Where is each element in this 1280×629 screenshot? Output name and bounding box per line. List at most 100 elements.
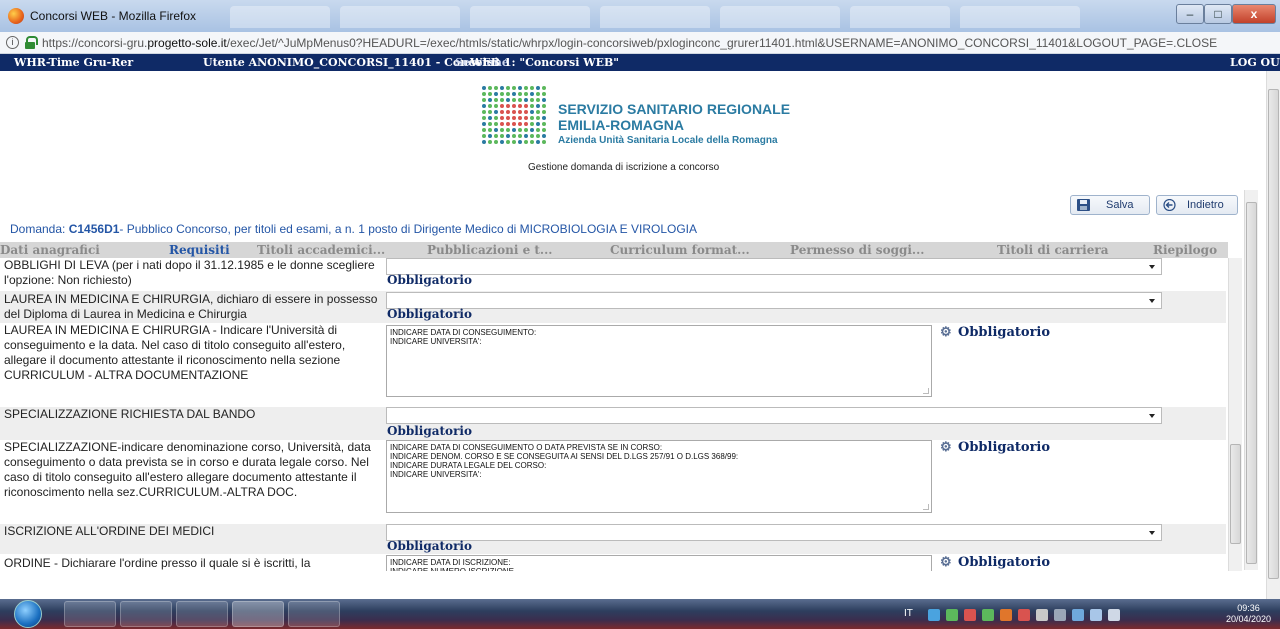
tray-icon[interactable]: [946, 609, 958, 621]
close-button[interactable]: x: [1232, 4, 1276, 24]
logo-dot: [512, 86, 516, 90]
tray-icon[interactable]: [964, 609, 976, 621]
url-text[interactable]: https://concorsi-gru.progetto-sole.it/ex…: [42, 36, 1217, 50]
logo-dot: [542, 92, 546, 96]
save-label: Salva: [1106, 199, 1134, 211]
maximize-button[interactable]: □: [1204, 4, 1232, 24]
tab-dati-anagrafici[interactable]: Dati anagrafici: [0, 243, 100, 257]
required-text: Obbligatorio: [958, 440, 1051, 455]
logo-dot: [494, 110, 498, 114]
iscrizione-ordine-select[interactable]: [386, 524, 1162, 541]
laurea-select[interactable]: [386, 292, 1162, 309]
tray-icon[interactable]: [1072, 609, 1084, 621]
resize-grip-icon[interactable]: [923, 504, 929, 510]
back-button[interactable]: Indietro: [1156, 195, 1238, 215]
logo-dot: [536, 92, 540, 96]
lock-icon[interactable]: [25, 36, 38, 49]
logo-dot: [482, 128, 486, 132]
browser-tab[interactable]: [600, 6, 710, 28]
brand-line-3: Azienda Unità Sanitaria Locale della Rom…: [558, 135, 778, 146]
logo-dot: [506, 140, 510, 144]
logo-dot: [506, 104, 510, 108]
browser-tab[interactable]: [340, 6, 460, 28]
logo-dot: [524, 134, 528, 138]
gear-icon: ⚙: [940, 440, 952, 455]
chrome-taskbar-icon[interactable]: [176, 601, 228, 627]
logo-dot: [530, 98, 534, 102]
window-title: Concorsi WEB - Mozilla Firefox: [30, 9, 197, 23]
frame-scrollbar-thumb[interactable]: [1246, 202, 1257, 564]
logo-dot: [518, 140, 522, 144]
tab-requisiti[interactable]: Requisiti: [169, 243, 230, 257]
frame-scrollbar[interactable]: [1244, 190, 1258, 570]
logo-dot: [500, 86, 504, 90]
tab-permesso-soggiorno[interactable]: Permesso di soggi...: [790, 243, 924, 257]
windows-taskbar: [0, 599, 1280, 629]
language-indicator[interactable]: IT: [904, 608, 913, 619]
tray-icon[interactable]: [982, 609, 994, 621]
page-scrollbar[interactable]: [1266, 71, 1280, 599]
logo-dot: [530, 116, 534, 120]
tray-icon[interactable]: [1036, 609, 1048, 621]
tab-curriculum[interactable]: Curriculum format...: [610, 243, 750, 257]
tray-icon[interactable]: [1000, 609, 1012, 621]
excel-taskbar-icon[interactable]: [288, 601, 340, 627]
browser-tab[interactable]: [720, 6, 840, 28]
logout-link[interactable]: LOG OUT: [1230, 56, 1280, 69]
app-header-bar: WHR-Time Gru-Rer Utente ANONIMO_CONCORSI…: [0, 54, 1280, 71]
form-scrollbar[interactable]: [1228, 258, 1242, 571]
page-scrollbar-thumb[interactable]: [1268, 89, 1279, 579]
tray-icon[interactable]: [1054, 609, 1066, 621]
logo-dot: [518, 128, 522, 132]
logo-dot: [512, 98, 516, 102]
obblighi-leva-select[interactable]: [386, 258, 1162, 275]
dropdown-arrow-icon: [1149, 299, 1155, 303]
firefox-taskbar-icon[interactable]: [232, 601, 284, 627]
explorer-taskbar-icon[interactable]: [120, 601, 172, 627]
resize-grip-icon[interactable]: [923, 388, 929, 394]
specializzazione-textarea[interactable]: INDICARE DATA DI CONSEGUIMENTO O DATA PR…: [386, 440, 932, 513]
gear-icon: ⚙: [940, 325, 952, 340]
network-icon[interactable]: [1090, 609, 1102, 621]
form-row: SPECIALIZZAZIONE RICHIESTA DAL BANDO Obb…: [0, 407, 1226, 440]
logo-dot: [536, 134, 540, 138]
logo-dot: [488, 128, 492, 132]
field-label: ISCRIZIONE ALL'ORDINE DEI MEDICI: [4, 524, 215, 538]
tray-icon[interactable]: [1018, 609, 1030, 621]
laurea-textarea[interactable]: INDICARE DATA DI CONSEGUIMENTO: INDICARE…: [386, 325, 932, 397]
address-bar[interactable]: i https://concorsi-gru.progetto-sole.it/…: [0, 32, 1280, 54]
logo-dot: [494, 98, 498, 102]
logo-dot: [488, 86, 492, 90]
minimize-button[interactable]: –: [1176, 4, 1204, 24]
tray-icon[interactable]: [928, 609, 940, 621]
logo-dot: [500, 122, 504, 126]
app-name: WHR-Time Gru-Rer: [14, 56, 134, 69]
start-button[interactable]: [14, 600, 42, 628]
tab-riepilogo[interactable]: Riepilogo: [1153, 243, 1217, 257]
save-button[interactable]: Salva: [1070, 195, 1150, 215]
logo-dot: [512, 92, 516, 96]
taskbar-clock[interactable]: 09:36 20/04/2020: [1226, 603, 1271, 625]
logo-dot: [488, 134, 492, 138]
browser-tab[interactable]: [230, 6, 330, 28]
info-icon[interactable]: i: [6, 36, 19, 49]
volume-icon[interactable]: [1108, 609, 1120, 621]
logo-dot: [500, 134, 504, 138]
logo-dot: [536, 140, 540, 144]
specializzazione-select[interactable]: [386, 407, 1162, 424]
form-scrollbar-thumb[interactable]: [1230, 444, 1241, 544]
save-icon: [1077, 199, 1090, 211]
logo-dot: [524, 122, 528, 126]
browser-tab[interactable]: [470, 6, 590, 28]
browser-tab[interactable]: [960, 6, 1080, 28]
tab-titoli-carriera[interactable]: Titoli di carriera: [997, 243, 1108, 257]
browser-tab[interactable]: [850, 6, 950, 28]
logo-dot: [536, 116, 540, 120]
page-subtitle: Gestione domanda di iscrizione a concors…: [528, 162, 720, 173]
ordine-textarea[interactable]: INDICARE DATA DI ISCRIZIONE: INDICARE NU…: [386, 555, 932, 571]
tab-titoli-accademici[interactable]: Titoli accademici...: [257, 243, 385, 257]
tab-pubblicazioni[interactable]: Pubblicazioni e t...: [427, 243, 552, 257]
ie-taskbar-icon[interactable]: [64, 601, 116, 627]
form-row: ORDINE - Dichiarare l'ordine presso il q…: [0, 554, 1226, 571]
logo-dot: [512, 110, 516, 114]
